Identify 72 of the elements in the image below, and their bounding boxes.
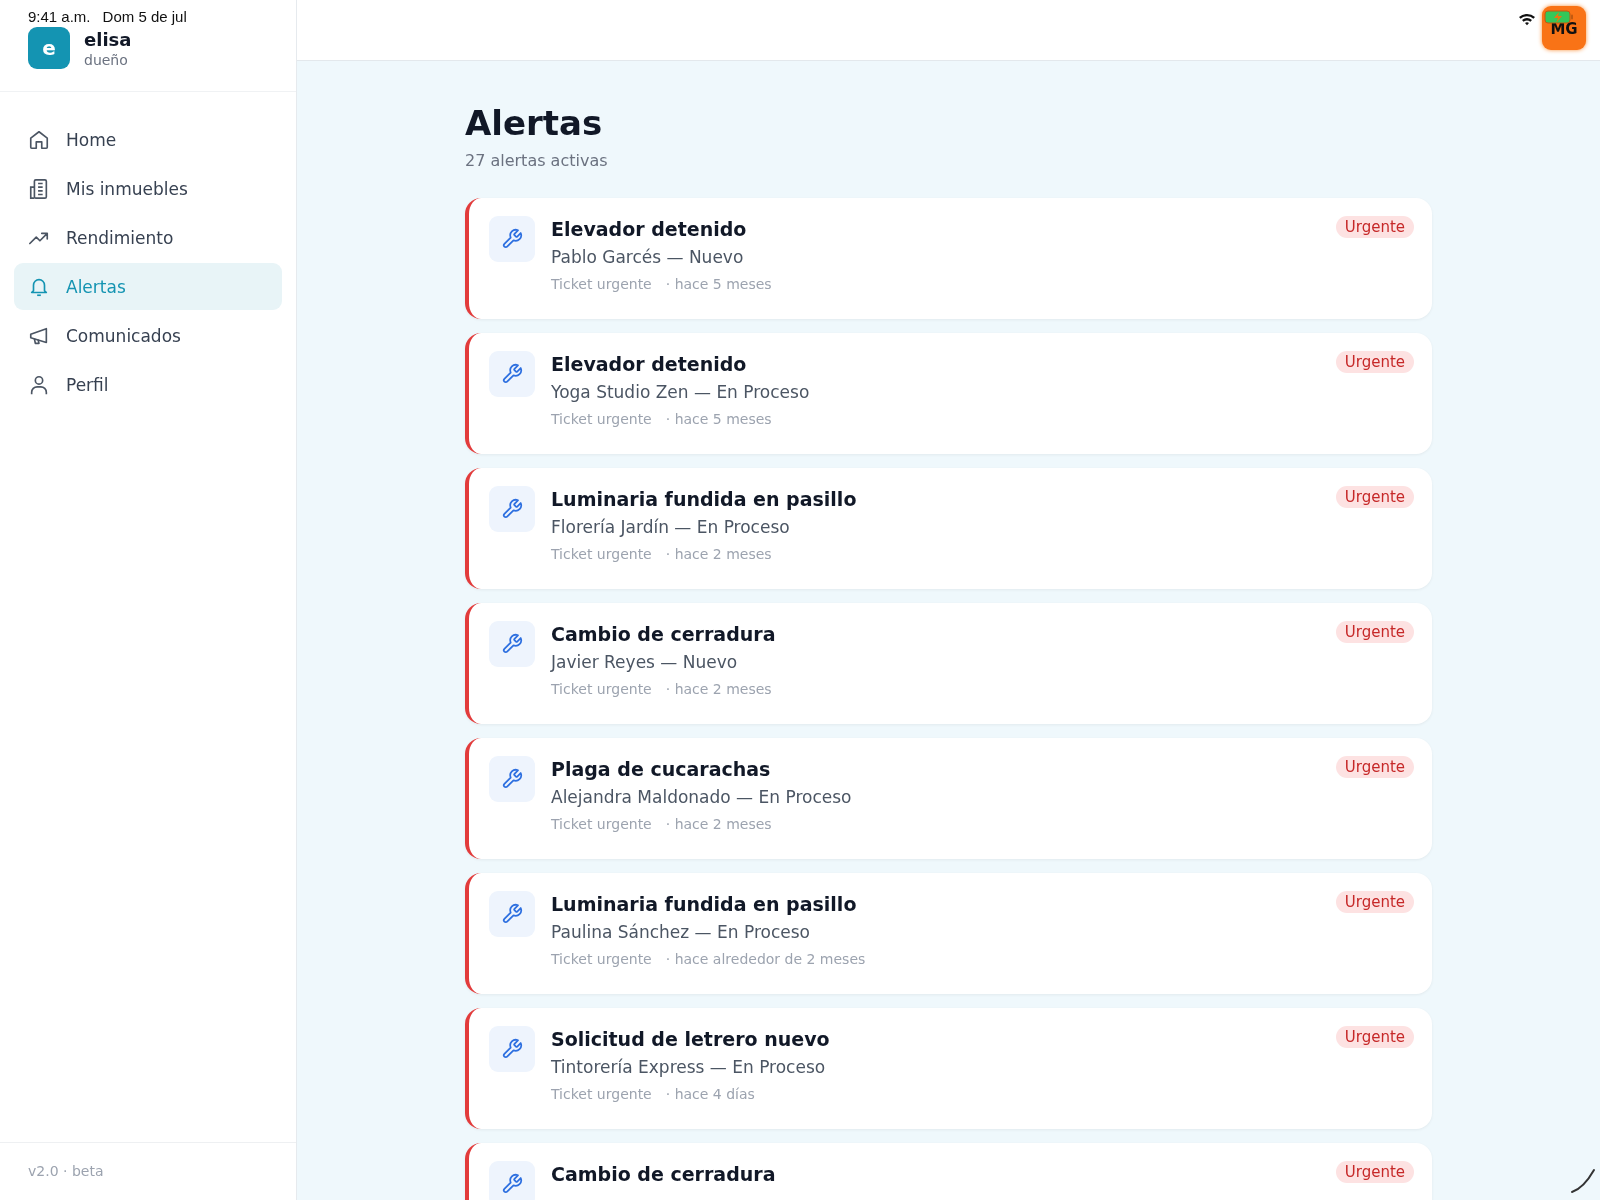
page-title: Alertas	[465, 103, 604, 143]
alert-type: Ticket urgente	[551, 276, 652, 292]
alert-type: Ticket urgente	[551, 681, 652, 697]
alert-detail: Alejandra Maldonado — En Proceso	[551, 787, 853, 807]
alert-card[interactable]: Plaga de cucarachas Alejandra Maldonado — En Proceso Ticket urgente · hace 2 meses Urgente	[465, 738, 1432, 859]
alert-time: · hace 5 meses	[665, 276, 772, 292]
wrench-icon	[489, 756, 535, 802]
alert-detail: Tintorería Express — En Proceso	[551, 1057, 827, 1077]
alert-card[interactable]: Solicitud de letrero nuevo Tintorería Express — En Proceso Ticket urgente · hace 4 días Urgente	[465, 1008, 1432, 1129]
sidebar-item[interactable]: Comunicados	[14, 312, 282, 359]
sidebar-item[interactable]: Mis inmuebles	[14, 165, 282, 212]
alert-time: · hace alrededor de 2 meses	[665, 951, 866, 967]
sidebar-item[interactable]: Rendimiento	[14, 214, 282, 261]
status-date: Dom 5 de jul	[102, 8, 187, 25]
alert-detail: Pablo Garcés — Nuevo	[551, 247, 745, 267]
urgency-badge: Urgente	[1335, 756, 1414, 778]
battery-icon	[1544, 10, 1574, 24]
alert-detail: Paulina Sánchez — En Proceso	[551, 922, 811, 942]
alert-type: Ticket urgente	[551, 546, 652, 562]
alert-time: · hace 2 meses	[665, 816, 772, 832]
alert-time: · hace 4 días	[665, 1086, 755, 1102]
alert-detail: Javier Reyes — Nuevo	[551, 652, 739, 672]
alert-card[interactable]: Cambio de cerradura Javier Reyes — Nuevo Ticket urgente · hace 2 meses Urgente	[465, 603, 1432, 724]
person-icon	[28, 373, 50, 396]
alert-title: Plaga de cucarachas	[551, 758, 772, 780]
sidebar-item[interactable]: Perfil	[14, 361, 282, 408]
alert-detail: Yoga Studio Zen — En Proceso	[551, 382, 811, 402]
alert-time: · hace 2 meses	[665, 546, 772, 562]
urgency-badge: Urgente	[1335, 486, 1414, 508]
urgency-badge: Urgente	[1335, 216, 1414, 238]
urgency-badge: Urgente	[1335, 891, 1414, 913]
alert-title: Elevador detenido	[551, 353, 748, 375]
alert-type: Ticket urgente	[551, 411, 652, 427]
alert-title: Cambio de cerradura	[551, 1163, 777, 1185]
wrench-icon	[489, 486, 535, 532]
alert-card[interactable]: Elevador detenido Yoga Studio Zen — En Proceso Ticket urgente · hace 5 meses Urgente	[465, 333, 1432, 454]
wrench-icon	[489, 1161, 535, 1200]
alert-title: Solicitud de letrero nuevo	[551, 1028, 831, 1050]
alert-time: · hace 2 meses	[665, 681, 772, 697]
urgency-badge: Urgente	[1335, 1026, 1414, 1048]
wifi-icon	[1518, 12, 1536, 26]
alert-title: Luminaria fundida en pasillo	[551, 488, 858, 510]
alert-card[interactable]: Luminaria fundida en pasillo Florería Jardín — En Proceso Ticket urgente · hace 2 meses Urgente	[465, 468, 1432, 589]
user-role: dueño	[84, 51, 129, 68]
home-icon	[28, 128, 50, 151]
page-subtitle: 27 alertas activas	[465, 151, 609, 170]
alert-title: Luminaria fundida en pasillo	[551, 893, 858, 915]
alert-type: Ticket urgente	[551, 1086, 652, 1102]
alert-detail: Florería Jardín — En Proceso	[551, 517, 791, 537]
version-label: v2.0 · beta	[28, 1163, 104, 1179]
user-name: elisa	[84, 28, 132, 50]
alert-card[interactable]: Cambio de cerradura Urgente	[465, 1143, 1432, 1200]
wrench-icon	[489, 1026, 535, 1072]
alert-type: Ticket urgente	[551, 951, 652, 967]
alert-card[interactable]: Elevador detenido Pablo Garcés — Nuevo Ticket urgente · hace 5 meses Urgente	[465, 198, 1432, 319]
alert-time: · hace 5 meses	[665, 411, 772, 427]
status-time: 9:41 a.m.	[28, 8, 91, 25]
wrench-icon	[489, 351, 535, 397]
urgency-badge: Urgente	[1335, 1161, 1414, 1183]
alert-title: Elevador detenido	[551, 218, 748, 240]
urgency-badge: Urgente	[1335, 351, 1414, 373]
building-icon	[28, 177, 50, 200]
curve-icon	[1570, 1168, 1596, 1194]
alert-card[interactable]: Luminaria fundida en pasillo Paulina Sánchez — En Proceso Ticket urgente · hace alrededor de 2 meses Urgente	[465, 873, 1432, 994]
alert-title: Cambio de cerradura	[551, 623, 777, 645]
wrench-icon	[489, 216, 535, 262]
user-avatar: e	[28, 27, 70, 69]
sidebar-item[interactable]: Home	[14, 116, 282, 163]
wrench-icon	[489, 891, 535, 937]
alert-type: Ticket urgente	[551, 816, 652, 832]
wrench-icon	[489, 621, 535, 667]
urgency-badge: Urgente	[1335, 621, 1414, 643]
